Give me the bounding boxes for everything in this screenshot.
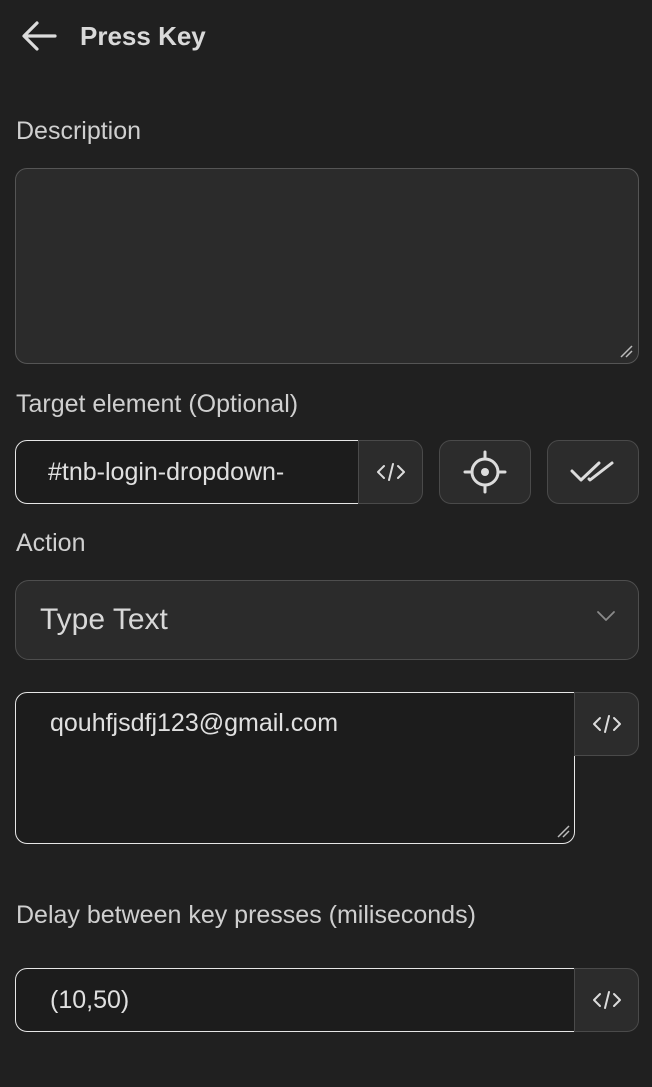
code-icon [591,713,623,735]
text-to-type-value: qouhfjsdfj123@gmail.com [50,709,339,737]
code-icon [375,461,407,483]
pick-element-button[interactable] [439,440,531,504]
page-title: Press Key [80,21,206,51]
target-element-value: #tnb-login-dropdown- [48,457,285,486]
code-icon [591,989,623,1011]
description-textarea[interactable] [15,168,639,364]
delay-value: (10,50) [50,985,130,1014]
action-selected-value: Type Text [40,603,168,636]
description-label: Description [16,117,142,145]
text-to-type-textarea[interactable]: qouhfjsdfj123@gmail.com [15,692,575,844]
action-select[interactable]: Type Text [15,580,639,660]
chevron-down-icon [596,609,616,623]
delay-input[interactable]: (10,50) [15,968,575,1032]
validate-element-button[interactable] [547,440,639,504]
delay-code-button[interactable] [574,968,639,1032]
arrow-left-icon [21,20,57,52]
action-label: Action [16,529,86,557]
resize-grip-icon[interactable] [619,344,633,358]
back-button[interactable] [16,14,62,58]
double-check-icon [570,459,616,485]
header: Press Key [0,0,652,72]
target-element-label: Target element (Optional) [16,390,299,418]
target-element-input[interactable]: #tnb-login-dropdown- [15,440,359,504]
text-code-button[interactable] [574,692,639,756]
crosshair-icon [463,450,507,494]
target-code-button[interactable] [358,440,423,504]
resize-grip-icon[interactable] [556,824,570,838]
delay-label: Delay between key presses (miliseconds) [16,901,476,929]
